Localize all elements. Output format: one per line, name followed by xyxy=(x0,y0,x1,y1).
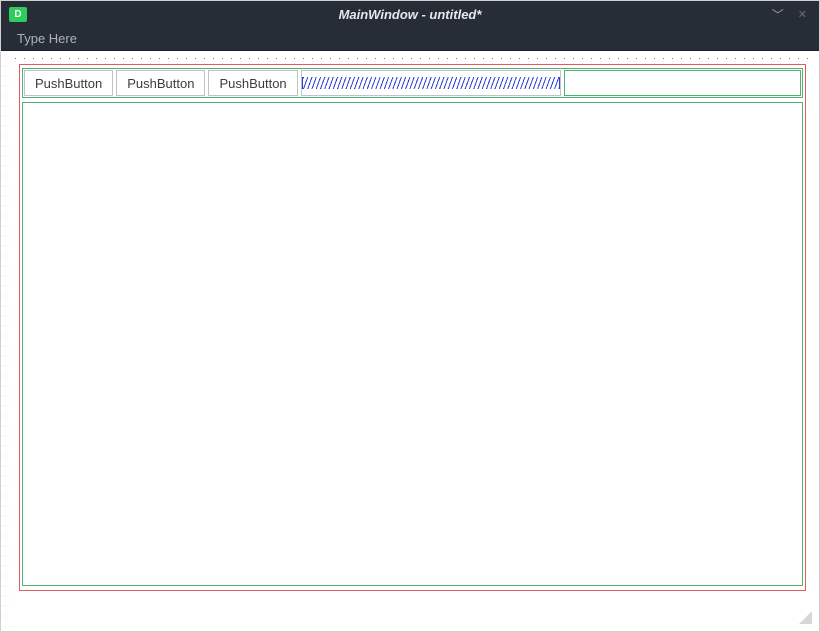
body-widget[interactable] xyxy=(22,102,803,586)
chevron-down-icon[interactable]: ﹀ xyxy=(772,6,784,23)
spacer-hatch-icon xyxy=(302,77,560,89)
button-label: PushButton xyxy=(127,76,194,91)
push-button-3[interactable]: PushButton xyxy=(208,70,297,96)
resize-grip-icon[interactable] xyxy=(798,610,812,624)
window-title: MainWindow - untitled* xyxy=(339,7,482,22)
button-label: PushButton xyxy=(35,76,102,91)
horizontal-layout[interactable]: PushButton PushButton PushButton xyxy=(22,68,803,98)
button-label: PushButton xyxy=(219,76,286,91)
push-button-2[interactable]: PushButton xyxy=(116,70,205,96)
app-icon: D xyxy=(9,7,27,22)
app-icon-letter: D xyxy=(14,9,21,20)
designer-window: D MainWindow - untitled* ﹀ ✕ Type Here P… xyxy=(0,0,820,632)
menubar[interactable]: Type Here xyxy=(1,27,819,51)
horizontal-spacer[interactable] xyxy=(301,70,561,96)
titlebar-controls: ﹀ ✕ xyxy=(772,6,819,23)
design-surface[interactable]: PushButton PushButton PushButton xyxy=(1,51,819,631)
form-canvas[interactable]: PushButton PushButton PushButton xyxy=(11,56,814,626)
titlebar: D MainWindow - untitled* ﹀ ✕ xyxy=(1,1,819,27)
push-button-1[interactable]: PushButton xyxy=(24,70,113,96)
close-icon[interactable]: ✕ xyxy=(798,8,807,21)
ruler-top xyxy=(11,56,814,59)
layout-empty-cell[interactable] xyxy=(564,70,801,96)
menubar-placeholder[interactable]: Type Here xyxy=(17,31,77,46)
central-widget-frame[interactable]: PushButton PushButton PushButton xyxy=(19,64,806,591)
ruler-left xyxy=(1,51,9,631)
